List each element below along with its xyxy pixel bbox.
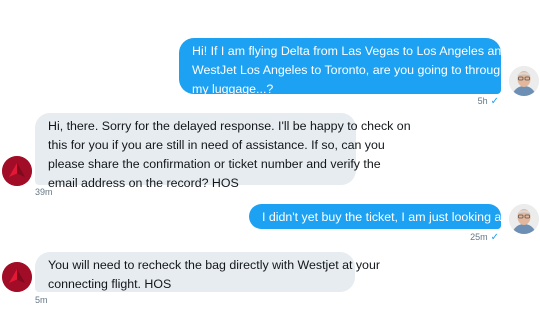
message-timestamp: 5h ✓ bbox=[478, 96, 499, 107]
timestamp-text: 5h bbox=[477, 96, 488, 106]
message-text-line: connecting flight. HOS bbox=[48, 277, 172, 291]
message-text-line: my luggage...? bbox=[192, 82, 274, 96]
message-text-line: You will need to recheck the bag directl… bbox=[48, 258, 380, 272]
message-timestamp: 39m bbox=[35, 187, 53, 197]
message-timestamp: 25m ✓ bbox=[470, 232, 499, 243]
message-text-line: email address on the record? HOS bbox=[48, 176, 239, 190]
delta-logo-icon bbox=[2, 262, 32, 292]
user-avatar-image bbox=[509, 204, 539, 234]
delta-logo-icon bbox=[2, 156, 32, 186]
timestamp-text: 25m bbox=[470, 232, 488, 242]
outgoing-message-bubble[interactable]: I didn't yet buy the ticket, I am just l… bbox=[249, 204, 538, 229]
message-text-line: WestJet Los Angeles to Toronto, are you … bbox=[192, 63, 540, 77]
double-check-icon: ✓ bbox=[490, 232, 499, 243]
outgoing-message-bubble[interactable]: Hi! If I am flying Delta from Las Vegas … bbox=[179, 38, 540, 96]
message-text-line: please share the confirmation or ticket … bbox=[48, 157, 381, 171]
message-text-line: this for you if you are still in need of… bbox=[48, 138, 385, 152]
user-avatar[interactable] bbox=[509, 66, 539, 96]
incoming-message-bubble[interactable]: Hi, there. Sorry for the delayed respons… bbox=[35, 113, 411, 190]
message-text-line: Hi! If I am flying Delta from Las Vegas … bbox=[192, 44, 536, 58]
incoming-message-bubble[interactable]: You will need to recheck the bag directl… bbox=[35, 252, 380, 292]
delta-avatar[interactable] bbox=[2, 262, 32, 292]
message-text-line: Hi, there. Sorry for the delayed respons… bbox=[48, 119, 411, 133]
user-avatar-image bbox=[509, 66, 539, 96]
message-text-line: I didn't yet buy the ticket, I am just l… bbox=[262, 210, 538, 224]
user-avatar[interactable] bbox=[509, 204, 539, 234]
message-timestamp: 5m bbox=[35, 295, 48, 305]
delta-avatar[interactable] bbox=[2, 156, 32, 186]
double-check-icon: ✓ bbox=[490, 96, 499, 107]
